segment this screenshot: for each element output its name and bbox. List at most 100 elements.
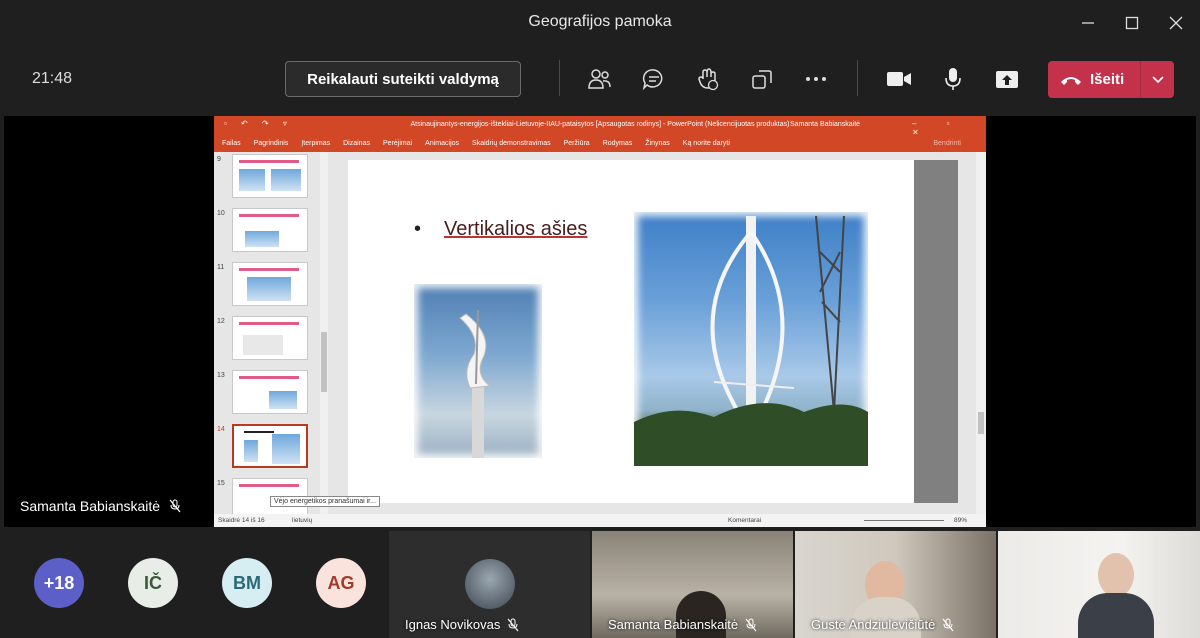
- people-button[interactable]: [585, 64, 615, 94]
- thumbnail-title: [239, 484, 299, 487]
- participant-video-face: [1098, 553, 1134, 597]
- raise-hand-icon: [698, 68, 719, 91]
- chat-button[interactable]: [639, 64, 669, 94]
- presenter-name: Samanta Babianskaitė: [20, 498, 161, 514]
- participant-avatar[interactable]: AG: [316, 558, 366, 608]
- slide-heading: Vertikalios ašies: [444, 218, 588, 240]
- ppt-tab[interactable]: Perėjimai: [383, 140, 412, 147]
- window-title: Geografijos pamoka: [528, 13, 672, 30]
- slide-thumbnail-selected[interactable]: [232, 424, 308, 468]
- thumbnail-title: [239, 160, 299, 163]
- thumbnail-scrollbar[interactable]: [320, 152, 328, 514]
- ppt-tab[interactable]: Žinynas: [645, 140, 670, 147]
- more-actions-button[interactable]: [801, 64, 831, 94]
- current-slide[interactable]: • Vertikalios ašies: [348, 160, 914, 503]
- meeting-toolbar: 21:48 Reikalauti suteikti valdymą Išeiti: [0, 46, 1200, 114]
- ppt-tab[interactable]: Rodymas: [603, 140, 633, 147]
- participant-avatar[interactable]: IČ: [128, 558, 178, 608]
- minimize-icon: [1082, 22, 1094, 24]
- thumbnail-scroll-thumb[interactable]: [321, 332, 327, 392]
- slide-thumbnail[interactable]: [232, 208, 308, 252]
- thumbnail-title: [239, 376, 299, 379]
- participant-gallery: +18 IČ BM AG Ignas Novikovas Samanta Bab…: [0, 531, 1200, 638]
- hang-up-icon: [1061, 76, 1081, 85]
- thumbnail-number: 9: [217, 156, 221, 163]
- slide-scroll-thumb[interactable]: [978, 412, 984, 434]
- participant-name: Gustė Andziulevičiūtė: [811, 617, 936, 632]
- ppt-tell-me[interactable]: Ką norite daryti: [683, 140, 730, 147]
- ppt-tab[interactable]: Skaidrių demonstravimas: [472, 140, 551, 147]
- thumbnail-title: [239, 268, 299, 271]
- participant-video-figure: [1078, 593, 1154, 638]
- ppt-title-bar: ▫ ↶ ↷ ▿ Atsinaujinantys-energijos-ištekl…: [214, 116, 986, 137]
- rooms-button[interactable]: [747, 64, 777, 94]
- camera-icon: [887, 72, 911, 86]
- participant-label: Ignas Novikovas: [405, 617, 520, 632]
- minimize-button[interactable]: [1074, 10, 1102, 36]
- zoom-slider[interactable]: [864, 520, 944, 521]
- zoom-level[interactable]: 89%: [954, 517, 967, 524]
- helical-turbine-illustration: [459, 309, 492, 458]
- slide-counter: Skaidrė 14 iš 16: [218, 517, 265, 524]
- thumbnail-number: 12: [217, 318, 225, 325]
- leave-options-button[interactable]: [1141, 75, 1174, 84]
- slide-thumbnail[interactable]: [232, 370, 308, 414]
- thumbnail-number: 13: [217, 372, 225, 379]
- participant-video-tile[interactable]: Gustė Andziulevičiūtė: [795, 531, 996, 638]
- people-icon: [588, 69, 611, 89]
- participant-video-tile[interactable]: Samanta Babianskaitė: [592, 531, 793, 638]
- darrieus-turbine-photo: [634, 212, 868, 466]
- slide-thumbnail-pane: 9 10 11 12 13 14 15: [214, 152, 318, 514]
- ppt-tab[interactable]: Įterpimas: [301, 140, 330, 147]
- microphone-button[interactable]: [938, 64, 968, 94]
- comments-button[interactable]: Komentarai: [728, 517, 761, 524]
- ppt-ribbon-tabs: Failas Pagrindinis Įterpimas Dizainas Pe…: [214, 134, 986, 152]
- ppt-tab[interactable]: Animacijos: [425, 140, 459, 147]
- request-control-button[interactable]: Reikalauti suteikti valdymą: [285, 61, 521, 97]
- slide-scrollbar[interactable]: [976, 152, 986, 514]
- maximize-icon: [1125, 16, 1139, 30]
- share-content-button[interactable]: [992, 64, 1022, 94]
- participant-name: Ignas Novikovas: [405, 617, 501, 632]
- slide-thumbnail[interactable]: [232, 316, 308, 360]
- ppt-status-bar: Skaidrė 14 iš 16 lietuvių Komentarai 89%: [214, 514, 986, 527]
- toolbar-divider: [559, 60, 560, 96]
- leave-main[interactable]: Išeiti: [1048, 61, 1140, 98]
- raise-hand-button[interactable]: [693, 64, 723, 94]
- camera-button[interactable]: [884, 64, 914, 94]
- thumbnail-picture: [243, 335, 283, 355]
- chevron-down-icon: [1151, 75, 1164, 83]
- leave-label: Išeiti: [1090, 71, 1125, 88]
- participant-photo-avatar: [465, 559, 515, 609]
- slide-thumbnail[interactable]: [232, 262, 308, 306]
- microphone-icon: [945, 68, 961, 90]
- ppt-share-button[interactable]: Bendrinti: [933, 140, 961, 147]
- presenter-label: Samanta Babianskaitė: [20, 498, 182, 514]
- ppt-tab[interactable]: Pagrindinis: [254, 140, 289, 147]
- ppt-tab[interactable]: Failas: [222, 140, 241, 147]
- ppt-user-name: Samanta Babianskaitė: [790, 121, 861, 128]
- title-bar: Geografijos pamoka: [0, 0, 1200, 46]
- participant-video-tile[interactable]: [998, 531, 1200, 638]
- ppt-tab[interactable]: Peržiūra: [564, 140, 590, 147]
- close-window-button[interactable]: [1162, 10, 1190, 36]
- participant-tile[interactable]: Ignas Novikovas: [389, 531, 590, 638]
- thumbnail-number-selected: 14: [217, 426, 225, 433]
- participant-avatar[interactable]: BM: [222, 558, 272, 608]
- thumbnail-title: [244, 431, 274, 433]
- slide-thumbnail[interactable]: [232, 154, 308, 198]
- maximize-button[interactable]: [1118, 10, 1146, 36]
- helical-turbine-photo: [414, 284, 542, 458]
- language-indicator[interactable]: lietuvių: [292, 517, 312, 524]
- thumbnail-tooltip: Vėjo energetikos pranašumai ir...: [270, 496, 380, 507]
- thumbnail-number: 11: [217, 264, 225, 271]
- thumbnail-picture: [269, 391, 297, 409]
- thumbnail-picture: [247, 277, 291, 301]
- meeting-timer: 21:48: [32, 70, 73, 87]
- thumbnail-number: 10: [217, 210, 225, 217]
- ppt-tab[interactable]: Dizainas: [343, 140, 370, 147]
- participant-name: Samanta Babianskaitė: [608, 617, 739, 632]
- ppt-file-title: Atsinaujinantys-energijos-ištekliai-Liet…: [410, 121, 790, 128]
- leave-button[interactable]: Išeiti: [1048, 61, 1174, 98]
- more-participants-button[interactable]: +18: [34, 558, 84, 608]
